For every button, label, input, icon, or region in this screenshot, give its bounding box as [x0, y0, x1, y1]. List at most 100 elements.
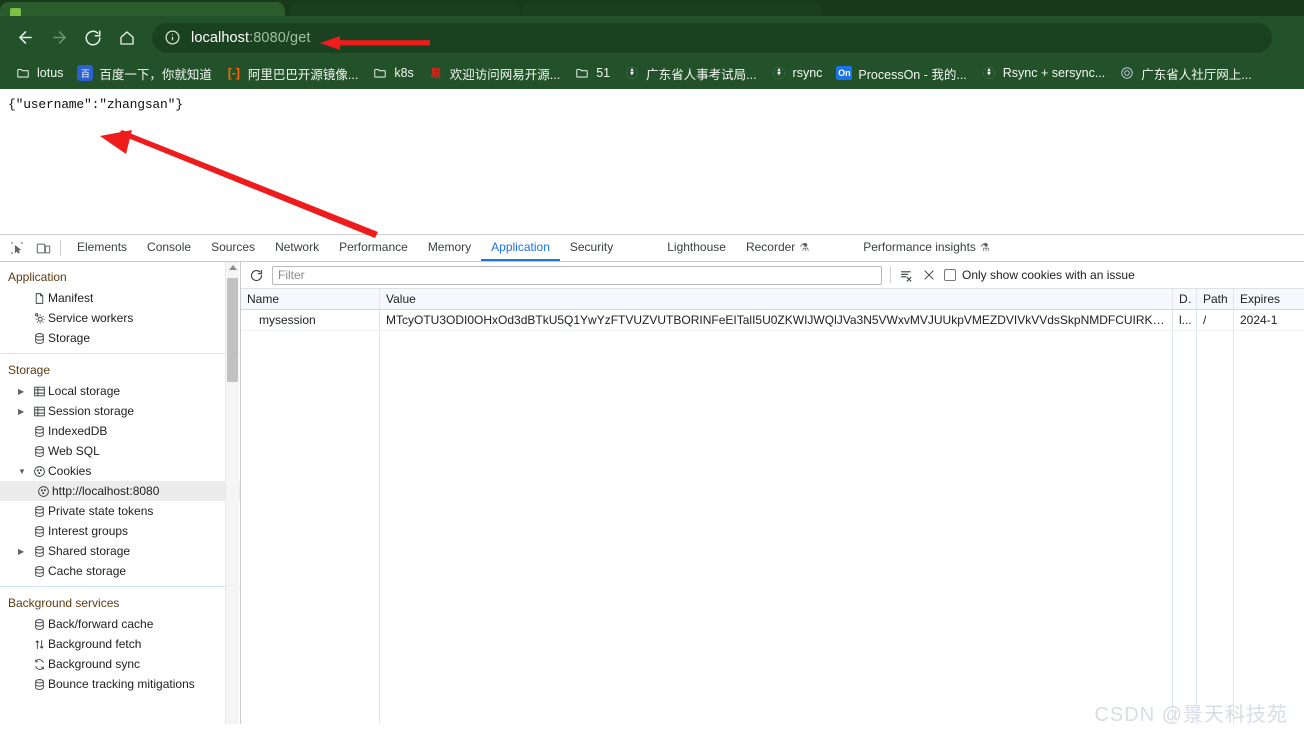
tab-lighthouse[interactable]: Lighthouse	[657, 235, 736, 261]
arrows-updown-icon	[30, 638, 48, 651]
only-issues-checkbox-wrap[interactable]: Only show cookies with an issue	[944, 268, 1135, 282]
bookmark-lotus[interactable]: lotus	[8, 62, 70, 84]
table-icon	[30, 385, 48, 398]
globe-icon	[981, 65, 997, 81]
table-icon	[30, 405, 48, 418]
sidebar-item-storage[interactable]: Storage	[0, 328, 240, 348]
bookmark-label: 广东省人事考试局...	[646, 67, 757, 82]
cell-value[interactable]: MTcyOTU3ODI0OHxOd3dBTkU5Q1YwYzFTVUZVUTBO…	[380, 310, 1173, 330]
column-label: Expires	[1240, 292, 1281, 306]
cell-text: MTcyOTU3ODI0OHxOd3dBTkU5Q1YwYzFTVUZVUTBO…	[386, 313, 1168, 327]
browser-tab-3[interactable]	[522, 2, 822, 16]
only-issues-checkbox[interactable]	[944, 269, 956, 281]
sidebar-item-shared-storage[interactable]: ▶ Shared storage	[0, 541, 240, 561]
sidebar-item-service-workers[interactable]: Service workers	[0, 308, 240, 328]
bookmark-alibaba[interactable]: [-] 阿里巴巴开源镜像...	[219, 62, 365, 84]
bookmark-baidu[interactable]: 百 百度一下，你就知道	[70, 62, 219, 84]
gears-icon	[30, 311, 48, 325]
column-header-value[interactable]: Value	[380, 289, 1173, 309]
sidebar-item-background-sync[interactable]: Background sync	[0, 654, 240, 674]
sidebar-scrollbar[interactable]	[225, 262, 239, 724]
sidebar-item-private-state-tokens[interactable]: Private state tokens	[0, 501, 240, 521]
chevron-right-icon[interactable]: ▶	[18, 387, 30, 396]
sidebar-item-cookies[interactable]: ▼ Cookies	[0, 461, 240, 481]
cookies-toolbar: Only show cookies with an issue	[241, 262, 1304, 289]
empty-column-domain	[1173, 331, 1197, 724]
url-text: localhost:8080/get	[191, 30, 311, 46]
tab-label: Performance	[339, 240, 408, 254]
tab-performance-insights[interactable]: Performance insights ⚗	[853, 235, 1000, 261]
sidebar-item-web-sql[interactable]: Web SQL	[0, 441, 240, 461]
tab-network[interactable]: Network	[265, 235, 329, 261]
scroll-up-arrow-icon[interactable]	[229, 265, 237, 270]
bookmarks-bar: lotus 百 百度一下，你就知道 [-] 阿里巴巴开源镜像... k8s 易 …	[0, 59, 1304, 89]
sidebar-item-local-storage[interactable]: ▶ Local storage	[0, 381, 240, 401]
devtools-tab-bar: Elements Console Sources Network Perform…	[0, 235, 1304, 262]
bookmark-processon[interactable]: On ProcessOn - 我的...	[829, 62, 973, 84]
tab-recorder[interactable]: Recorder ⚗	[736, 235, 819, 261]
bookmark-label: 广东省人社厅网上...	[1141, 67, 1252, 82]
bookmark-k8s[interactable]: k8s	[365, 62, 420, 84]
bookmark-label: 百度一下，你就知道	[99, 67, 212, 82]
cell-path[interactable]: /	[1197, 310, 1234, 330]
delete-cookie-icon[interactable]	[922, 268, 936, 282]
chevron-down-icon[interactable]: ▼	[18, 467, 30, 476]
tab-console[interactable]: Console	[137, 235, 201, 261]
bookmark-rsync[interactable]: rsync	[764, 62, 830, 84]
back-button[interactable]	[10, 23, 40, 53]
sidebar-item-manifest[interactable]: Manifest	[0, 288, 240, 308]
tab-memory[interactable]: Memory	[418, 235, 481, 261]
inspect-element-icon[interactable]	[4, 235, 30, 261]
sidebar-item-interest-groups[interactable]: Interest groups	[0, 521, 240, 541]
column-header-path[interactable]: Path	[1197, 289, 1234, 309]
table-row[interactable]: mysession MTcyOTU3ODI0OHxOd3dBTkU5Q1YwYz…	[241, 310, 1304, 331]
sidebar-item-cache-storage[interactable]: Cache storage	[0, 561, 240, 581]
sidebar-item-indexeddb[interactable]: IndexedDB	[0, 421, 240, 441]
chevron-right-icon[interactable]: ▶	[18, 407, 30, 416]
tab-security[interactable]: Security	[560, 235, 623, 261]
sidebar-item-cookie-origin[interactable]: http://localhost:8080	[0, 481, 240, 501]
toolbar-divider	[60, 240, 61, 256]
forward-button[interactable]	[44, 23, 74, 53]
tab-sources[interactable]: Sources	[201, 235, 265, 261]
sidebar-item-session-storage[interactable]: ▶ Session storage	[0, 401, 240, 421]
tab-performance[interactable]: Performance	[329, 235, 418, 261]
sidebar-item-back-forward-cache[interactable]: Back/forward cache	[0, 614, 240, 634]
bookmark-netease[interactable]: 易 欢迎访问网易开源...	[421, 62, 567, 84]
sidebar-section-application-header: Application	[8, 270, 67, 284]
cell-domain[interactable]: l...	[1173, 310, 1197, 330]
column-header-name[interactable]: Name	[241, 289, 380, 309]
tab-label: Console	[147, 240, 192, 254]
bookmark-label: Rsync + sersync...	[1002, 66, 1106, 80]
column-header-domain[interactable]: D...	[1173, 289, 1197, 309]
bookmark-label: k8s	[394, 66, 414, 80]
flask-icon: ⚗	[799, 241, 810, 254]
cell-expires[interactable]: 2024-1	[1234, 310, 1304, 330]
browser-tab-2[interactable]	[290, 2, 520, 16]
scrollbar-thumb[interactable]	[227, 278, 238, 382]
refresh-icon[interactable]	[249, 268, 264, 283]
reload-button[interactable]	[78, 23, 108, 53]
tab-elements[interactable]: Elements	[67, 235, 137, 261]
bookmark-51[interactable]: 51	[567, 62, 617, 84]
bookmark-rsync-sersync[interactable]: Rsync + sersync...	[974, 62, 1112, 84]
chevron-right-icon[interactable]: ▶	[18, 547, 30, 556]
home-button[interactable]	[112, 23, 142, 53]
bookmark-gd-gov[interactable]: 广东省人社厅网上...	[1112, 62, 1258, 84]
device-toolbar-icon[interactable]	[30, 235, 56, 261]
tab-application[interactable]: Application	[481, 235, 560, 261]
info-circle-icon[interactable]	[164, 29, 181, 46]
sidebar-divider	[0, 586, 240, 587]
database-icon	[30, 505, 48, 518]
browser-tab-active[interactable]	[0, 2, 285, 16]
sidebar-item-bounce-tracking-mitigations[interactable]: Bounce tracking mitigations	[0, 674, 240, 694]
column-header-expires[interactable]: Expires	[1234, 289, 1304, 309]
address-bar[interactable]: localhost:8080/get	[152, 22, 1272, 53]
bookmark-gd-exam[interactable]: 广东省人事考试局...	[617, 62, 763, 84]
cell-name[interactable]: mysession	[241, 310, 380, 330]
clear-all-cookies-icon[interactable]	[899, 268, 914, 283]
sidebar-item-background-fetch[interactable]: Background fetch	[0, 634, 240, 654]
cookies-filter-input[interactable]	[272, 265, 882, 285]
tab-label: Lighthouse	[667, 240, 726, 254]
sidebar-item-label: Storage	[48, 331, 91, 345]
